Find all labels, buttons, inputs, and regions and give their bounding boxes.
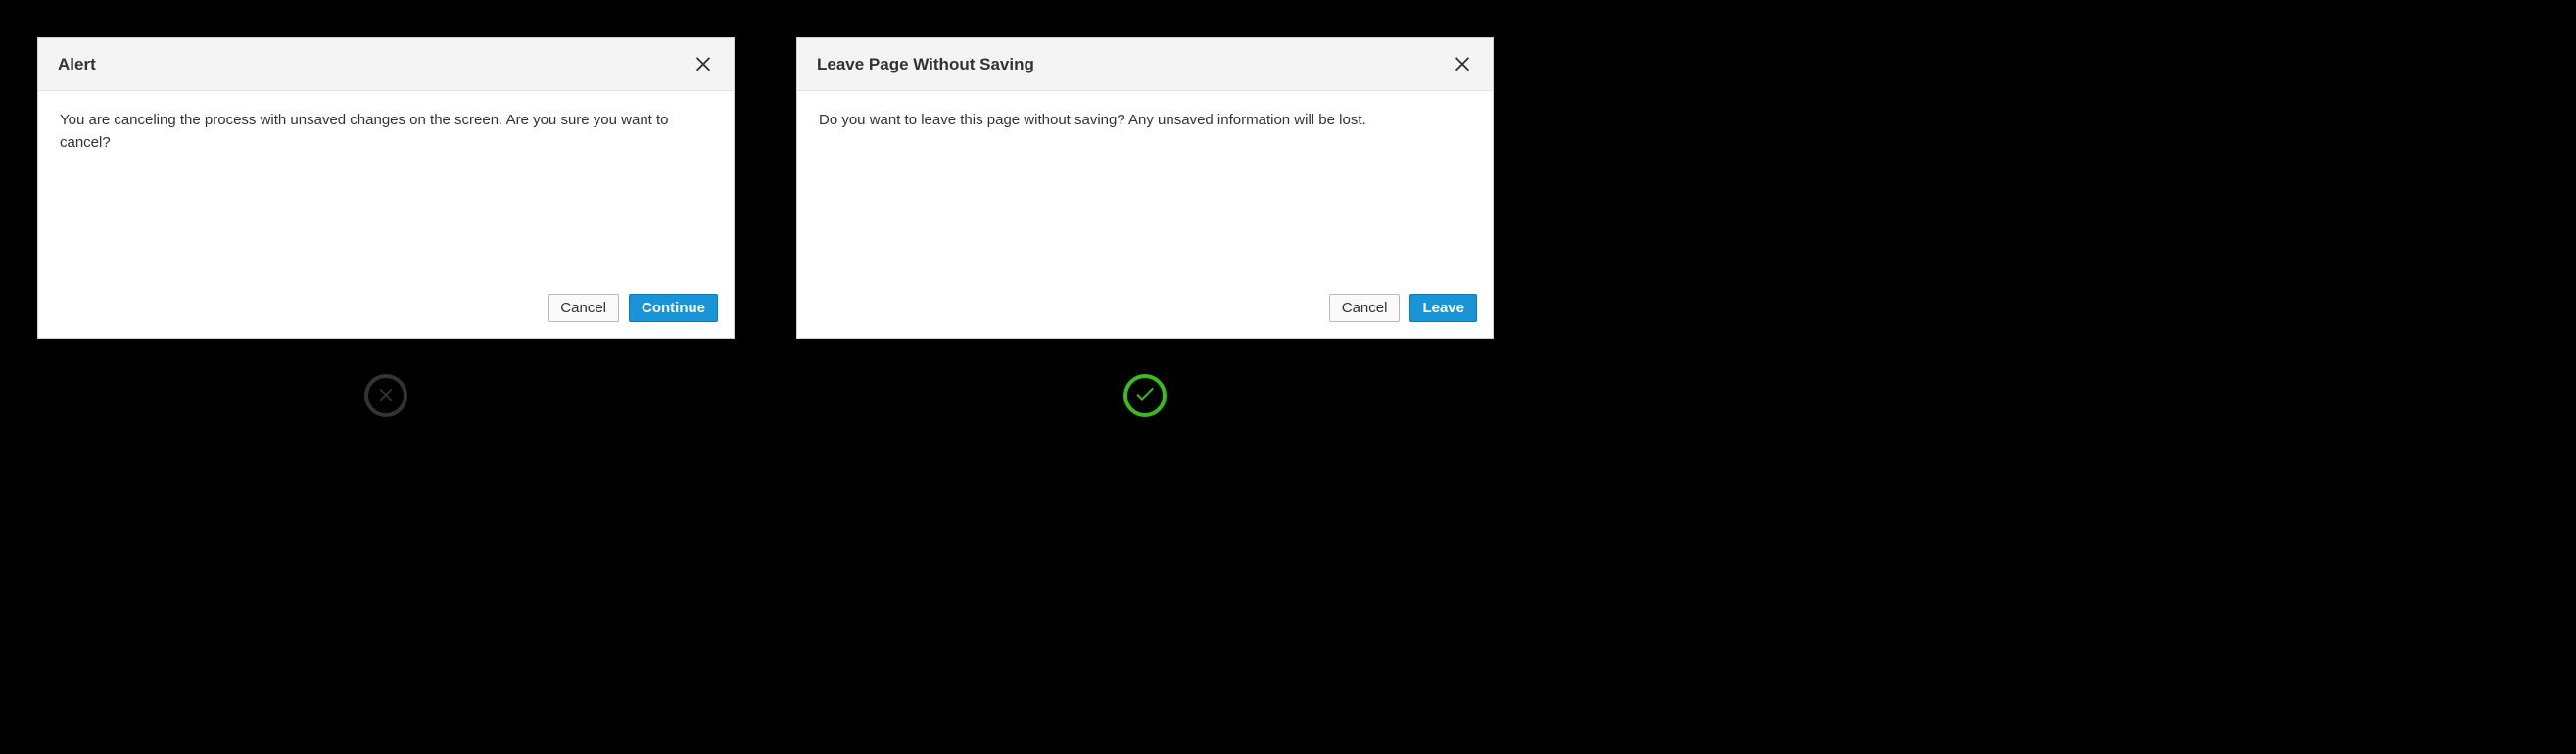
alert-dialog: Alert You are canceling the process with…: [37, 37, 735, 339]
continue-button[interactable]: Continue: [629, 294, 718, 322]
bad-status-icon: [364, 374, 407, 417]
dialog-title: Alert: [58, 55, 96, 74]
close-icon: [692, 52, 714, 76]
bad-example-wrapper: Alert You are canceling the process with…: [37, 37, 735, 417]
close-button[interactable]: [1452, 52, 1473, 76]
cancel-button[interactable]: Cancel: [548, 294, 619, 322]
leave-button[interactable]: Leave: [1409, 294, 1477, 322]
dialog-body: Do you want to leave this page without s…: [797, 91, 1493, 282]
close-icon: [1452, 52, 1473, 76]
cancel-button[interactable]: Cancel: [1329, 294, 1401, 322]
good-example-wrapper: Leave Page Without Saving Do you want to…: [796, 37, 1494, 417]
cross-icon: [376, 384, 396, 408]
dialog-header: Alert: [38, 38, 734, 91]
check-icon: [1133, 382, 1157, 410]
dialog-body: You are canceling the process with unsav…: [38, 91, 734, 282]
dialog-footer: Cancel Continue: [38, 282, 734, 338]
comparison-container: Alert You are canceling the process with…: [0, 0, 2576, 454]
leave-page-dialog: Leave Page Without Saving Do you want to…: [796, 37, 1494, 339]
dialog-header: Leave Page Without Saving: [797, 38, 1493, 91]
dialog-title: Leave Page Without Saving: [817, 55, 1034, 74]
good-status-icon: [1123, 374, 1167, 417]
close-button[interactable]: [692, 52, 714, 76]
dialog-footer: Cancel Leave: [797, 282, 1493, 338]
